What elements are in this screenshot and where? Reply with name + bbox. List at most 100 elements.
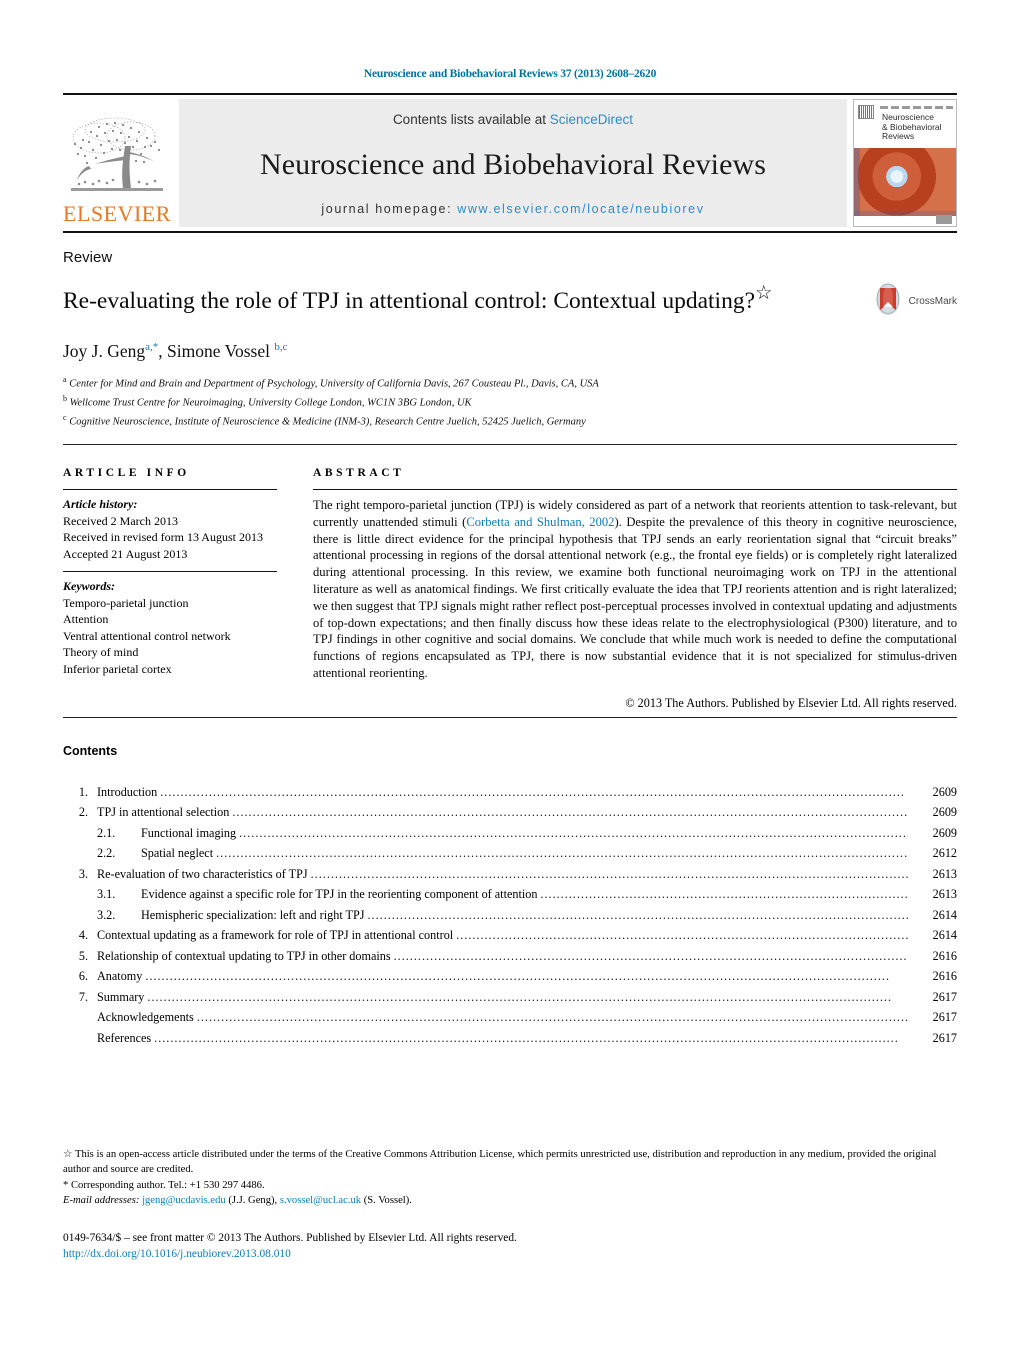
toc-label[interactable]: Functional imaging bbox=[141, 823, 236, 844]
author-1-affiliation-marker[interactable]: a,* bbox=[145, 341, 158, 353]
crossmark-label: CrossMark bbox=[908, 296, 957, 307]
article-history-label: Article history: bbox=[63, 497, 138, 511]
toc-label[interactable]: Acknowledgements bbox=[97, 1007, 194, 1028]
toc-label[interactable]: Introduction bbox=[97, 782, 157, 803]
paper-page: Neuroscience and Biobehavioral Reviews 3… bbox=[0, 0, 1020, 1351]
email-owner-2: (S. Vossel). bbox=[363, 1194, 412, 1206]
toc-row[interactable]: 3.1. Evidence against a specific role fo… bbox=[63, 884, 957, 905]
email-link-2[interactable]: s.vossel@ucl.ac.uk bbox=[280, 1195, 361, 1206]
toc-subnumber: 3.2. bbox=[97, 907, 116, 922]
title-footnote-marker: ☆ bbox=[755, 283, 773, 304]
footnote-open-access: ☆ This is an open-access article distrib… bbox=[63, 1148, 957, 1177]
affiliation-marker: c bbox=[63, 413, 67, 422]
info-abstract-section: ARTICLE INFO Article history: Received 2… bbox=[63, 467, 957, 711]
keywords-block: Keywords: Temporo-parietal junction Atte… bbox=[63, 572, 277, 686]
toc-label[interactable]: Summary bbox=[97, 987, 144, 1008]
contents-section: Contents 1. Introduction ...............… bbox=[63, 744, 957, 1049]
toc-row[interactable]: References .............................… bbox=[63, 1028, 957, 1049]
abstract-citation-link[interactable]: Corbetta and Shulman, 2002 bbox=[466, 515, 614, 529]
masthead-container: ELSEVIER Contents lists available at Sci… bbox=[63, 93, 957, 233]
toc-page-number: 2614 bbox=[932, 928, 957, 943]
article-history-block: Article history: Received 2 March 2013 R… bbox=[63, 490, 277, 571]
toc-row[interactable]: 3.2. Hemispheric specialization: left an… bbox=[63, 905, 957, 926]
masthead-center-panel: Contents lists available at ScienceDirec… bbox=[179, 99, 847, 227]
cover-top-band: Neuroscience & Biobehavioral Reviews bbox=[854, 100, 956, 148]
masthead-top-rule bbox=[63, 93, 957, 95]
affiliation-marker: b bbox=[63, 394, 67, 403]
toc-leader-dots: ........................................… bbox=[310, 866, 908, 881]
author-name-1: Joy J. Geng bbox=[63, 341, 146, 361]
toc-label[interactable]: TPJ in attentional selection bbox=[97, 802, 229, 823]
abstract-copyright: © 2013 The Authors. Published by Elsevie… bbox=[625, 695, 957, 710]
corresponding-author-marker: * bbox=[63, 1180, 69, 1192]
header-divider-rule bbox=[63, 444, 957, 445]
toc-row[interactable]: 7. Summary .............................… bbox=[63, 987, 957, 1008]
toc-leader-dots: ........................................… bbox=[239, 825, 908, 840]
crossmark-badge[interactable]: CrossMark bbox=[871, 282, 957, 321]
toc-row[interactable]: 2.2. Spatial neglect ...................… bbox=[63, 843, 957, 864]
toc-page-number: 2612 bbox=[932, 846, 957, 861]
masthead: ELSEVIER Contents lists available at Sci… bbox=[63, 99, 957, 227]
toc-leader-dots: ........................................… bbox=[540, 887, 908, 902]
toc-page-number: 2614 bbox=[932, 907, 957, 922]
corresponding-author-text: Corresponding author. Tel.: +1 530 297 4… bbox=[70, 1180, 265, 1192]
abstract-heading: ABSTRACT bbox=[313, 467, 405, 479]
toc-page-number: 2609 bbox=[932, 784, 957, 799]
toc-label[interactable]: Relationship of contextual updating to T… bbox=[97, 946, 391, 967]
journal-homepage-link[interactable]: www.elsevier.com/locate/neubiorev bbox=[457, 202, 704, 216]
abstract-body: The right temporo-parietal junction (TPJ… bbox=[313, 490, 957, 682]
running-head: Neuroscience and Biobehavioral Reviews 3… bbox=[363, 68, 657, 80]
sciencedirect-link[interactable]: ScienceDirect bbox=[550, 112, 633, 127]
toc-leader-dots: ........................................… bbox=[367, 907, 909, 922]
doi-link[interactable]: http://dx.doi.org/10.1016/j.neubiorev.20… bbox=[63, 1246, 957, 1262]
toc-label[interactable]: Spatial neglect bbox=[141, 843, 213, 864]
toc-row[interactable]: 4. Contextual updating as a framework fo… bbox=[63, 925, 957, 946]
toc-number: 6. bbox=[78, 969, 88, 984]
frontmatter-block: 0149-7634/$ – see front matter © 2013 Th… bbox=[63, 1230, 957, 1262]
abstract-part-2: ). Despite the prevalence of this theory… bbox=[313, 514, 957, 680]
affiliation-item: a Center for Mind and Brain and Departme… bbox=[63, 373, 957, 392]
toc-number: 3. bbox=[78, 866, 88, 881]
toc-label[interactable]: Anatomy bbox=[97, 966, 142, 987]
email-addresses-label: E-mail addresses: bbox=[63, 1194, 140, 1206]
toc-subnumber: 3.1. bbox=[97, 887, 116, 902]
toc-row[interactable]: 5. Relationship of contextual updating t… bbox=[63, 946, 957, 967]
email-link-1[interactable]: jgeng@ucdavis.edu bbox=[142, 1195, 226, 1206]
page-title: Re-evaluating the role of TPJ in attenti… bbox=[63, 280, 871, 315]
abstract-column: ABSTRACT The right temporo-parietal junc… bbox=[313, 467, 957, 711]
toc-page-number: 2617 bbox=[932, 1010, 957, 1025]
open-access-text: This is an open-access article distribut… bbox=[63, 1149, 937, 1175]
toc-leader-dots: ........................................… bbox=[196, 1010, 908, 1025]
toc-row[interactable]: 2. TPJ in attentional selection ........… bbox=[63, 802, 957, 823]
cover-artwork bbox=[854, 147, 956, 216]
elsevier-tree-icon bbox=[69, 116, 165, 202]
toc-subnumber: 2.2. bbox=[97, 846, 116, 861]
toc-page-number: 2613 bbox=[932, 866, 957, 881]
cover-masthead-text bbox=[880, 106, 953, 109]
toc-row[interactable]: 3. Re-evaluation of two characteristics … bbox=[63, 864, 957, 885]
keyword-item: Temporo-parietal junction bbox=[63, 595, 189, 610]
toc-label[interactable]: References bbox=[97, 1028, 151, 1049]
issn-frontmatter-line: 0149-7634/$ – see front matter © 2013 Th… bbox=[63, 1232, 517, 1245]
keyword-item: Inferior parietal cortex bbox=[63, 661, 172, 676]
keywords-label: Keywords: bbox=[63, 579, 115, 593]
toc-label[interactable]: Hemispheric specialization: left and rig… bbox=[141, 905, 365, 926]
toc-label[interactable]: Re-evaluation of two characteristics of … bbox=[97, 864, 308, 885]
toc-label[interactable]: Contextual updating as a framework for r… bbox=[97, 925, 453, 946]
toc-row[interactable]: 6. Anatomy .............................… bbox=[63, 966, 957, 987]
history-item: Received in revised form 13 August 2013 bbox=[63, 530, 263, 544]
toc-subnumber: 2.1. bbox=[97, 825, 116, 840]
toc-row[interactable]: 2.1. Functional imaging ................… bbox=[63, 823, 957, 844]
journal-cover-thumbnail: Neuroscience & Biobehavioral Reviews bbox=[853, 99, 957, 227]
toc-label[interactable]: Evidence against a specific role for TPJ… bbox=[141, 884, 537, 905]
toc-row[interactable]: 1. Introduction ........................… bbox=[63, 782, 957, 803]
footnote-emails: E-mail addresses: jgeng@ucdavis.edu (J.J… bbox=[63, 1194, 957, 1209]
article-title-text: Re-evaluating the role of TPJ in attenti… bbox=[63, 287, 755, 314]
keyword-item: Theory of mind bbox=[63, 645, 139, 659]
toc-row[interactable]: Acknowledgements .......................… bbox=[63, 1007, 957, 1028]
affiliation-list: a Center for Mind and Brain and Departme… bbox=[63, 373, 957, 430]
affiliation-text: Center for Mind and Brain and Department… bbox=[69, 378, 599, 390]
journal-homepage-line: journal homepage: www.elsevier.com/locat… bbox=[321, 202, 704, 216]
journal-homepage-prefix: journal homepage: bbox=[321, 202, 458, 216]
author-2-affiliation-marker[interactable]: b,c bbox=[274, 341, 287, 353]
